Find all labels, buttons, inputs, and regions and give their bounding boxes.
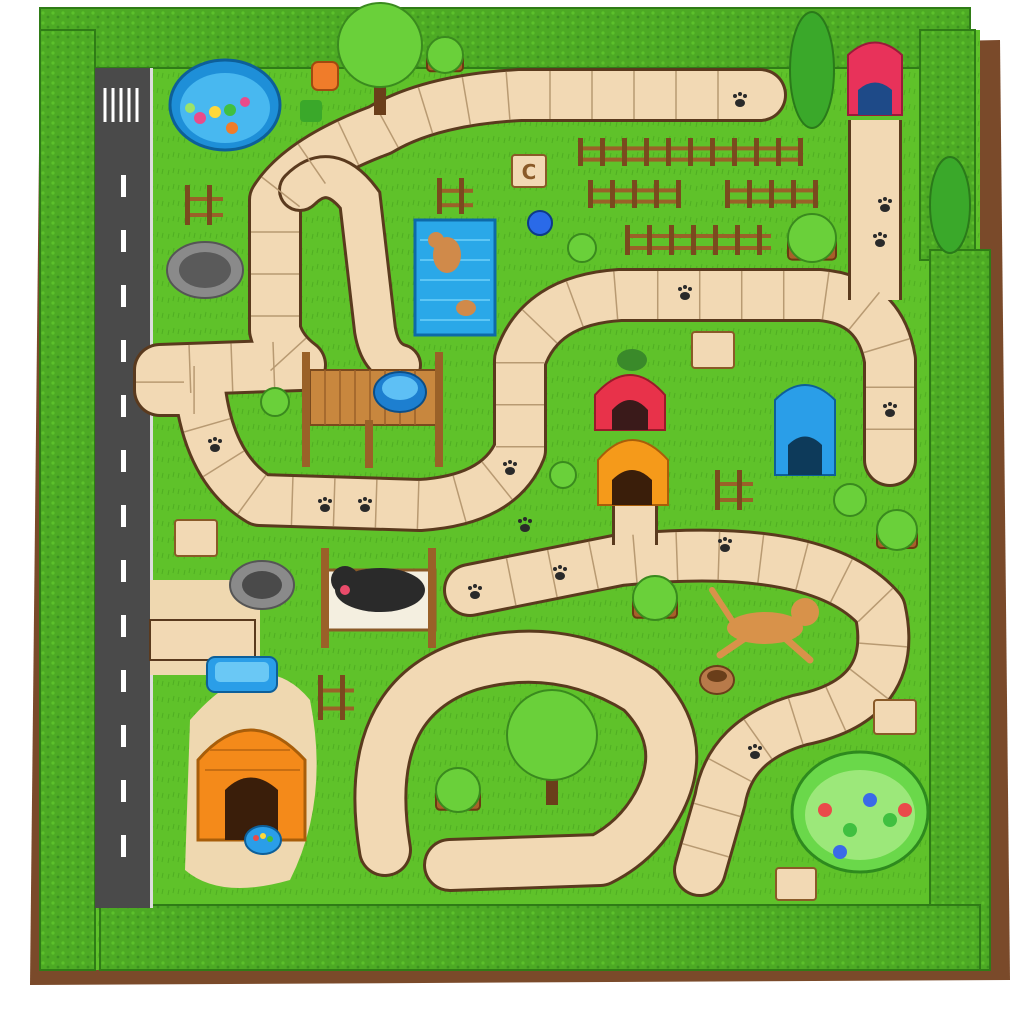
potted-shrub [426,36,464,74]
potted-shrub [833,483,867,517]
ball-toy[interactable] [527,210,553,236]
potted-shrub [787,213,837,263]
tree-tall [789,11,835,129]
green-bowl[interactable] [617,349,647,371]
tree-tall-2 [929,156,971,254]
kiddie-pool[interactable] [168,58,282,152]
road-dash [121,505,126,527]
road-dash [121,395,126,417]
road-dash [121,340,126,362]
potted-shrub [632,575,678,621]
road-dash [121,285,126,307]
road-dash [121,450,126,472]
water-bowl[interactable] [373,371,427,413]
toy-bucket[interactable] [300,100,322,122]
dog-bed-2[interactable] [229,560,295,610]
c-tile[interactable]: C [511,154,547,188]
road-dash [121,175,126,197]
potted-shrub [876,509,918,551]
road-dash [121,725,126,747]
road-dash [121,560,126,582]
road [95,68,153,908]
orange-pot[interactable] [311,61,339,91]
game-board: C [0,0,1024,1024]
road-dash [121,835,126,857]
potted-shrub [567,233,597,263]
potted-shrub [549,461,577,489]
tunnel-orange[interactable] [597,439,669,506]
food-bowl[interactable] [244,825,282,855]
blue-basin[interactable] [206,656,278,693]
icon-tile-4[interactable] [775,867,817,901]
doghouse-orange[interactable] [196,728,307,842]
road-dash [121,670,126,692]
road-dash [121,780,126,802]
food-bowl-2[interactable] [699,665,735,695]
tunnel-blue[interactable] [774,384,836,476]
svg-text:C: C [522,160,537,184]
dog-bed[interactable] [166,241,244,299]
kiddie-pool-green[interactable] [790,750,930,874]
road-dash [121,615,126,637]
crosswalk [100,85,145,125]
dog-mat[interactable] [413,218,497,337]
icon-tile[interactable] [691,331,735,369]
road-dash [121,230,126,252]
tunnel-pink[interactable] [847,41,903,116]
icon-tile-2[interactable] [174,519,218,557]
icon-tile-3[interactable] [873,699,917,735]
potted-shrub [435,767,481,813]
potted-shrub [260,387,290,417]
